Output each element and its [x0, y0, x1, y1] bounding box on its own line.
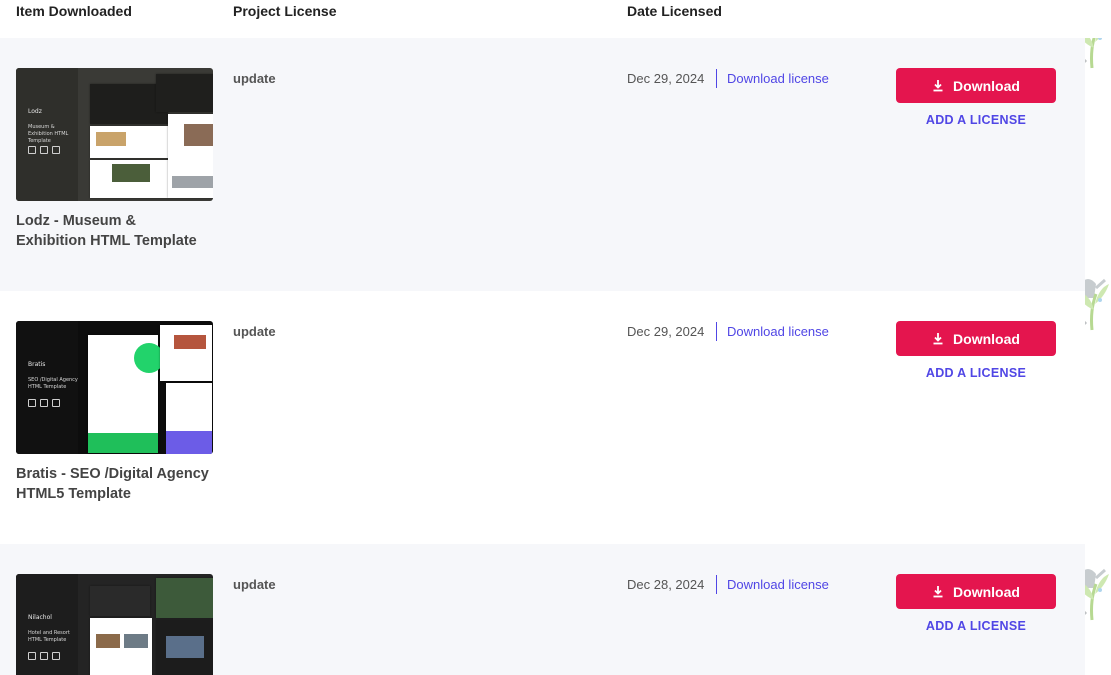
divider: [716, 575, 717, 594]
thumbnail-chip: [40, 399, 48, 407]
thumbnail-tagline: SEO /Digital Agency HTML Template: [28, 377, 78, 390]
date-licensed-value: Dec 28, 2024: [627, 577, 705, 592]
license-list-page: Item Downloaded Project License Date Lic…: [0, 0, 1111, 675]
thumbnail-image-block: [112, 164, 150, 182]
item-thumbnail[interactable]: Bratis SEO /Digital Agency HTML Template: [16, 321, 213, 454]
download-button-label: Download: [953, 583, 1020, 600]
thumbnail-image-block: [166, 431, 212, 454]
download-button[interactable]: Download: [896, 321, 1056, 356]
thumbnail-chip: [28, 399, 36, 407]
item-title[interactable]: Bratis - SEO /Digital Agency HTML5 Templ…: [16, 464, 216, 504]
divider: [716, 69, 717, 88]
thumbnail-image-block: [88, 433, 158, 453]
item-thumbnail[interactable]: Nilachol Hotel and Resort HTML Template: [16, 574, 213, 675]
column-header-project-license: Project License: [233, 3, 337, 19]
download-icon: [933, 333, 943, 345]
thumbnail-image-block: [184, 124, 213, 146]
table-row: Nilachol Hotel and Resort HTML Template …: [0, 544, 1085, 675]
date-licensed-value: Dec 29, 2024: [627, 71, 705, 86]
column-header-item: Item Downloaded: [16, 3, 132, 19]
thumbnail-image-block: [172, 176, 213, 188]
thumbnail-chip: [52, 652, 60, 660]
project-license-value: update: [233, 71, 276, 86]
thumbnail-chip: [52, 399, 60, 407]
download-button-label: Download: [953, 330, 1020, 347]
download-license-link[interactable]: Download license: [727, 577, 829, 592]
thumbnail-brand: Bratis: [28, 361, 46, 368]
download-button[interactable]: Download: [896, 68, 1056, 103]
thumbnail-preview-panel: [90, 586, 150, 616]
table-row: Lodz Museum & Exhibition HTML Template L…: [0, 38, 1085, 291]
thumbnail-brand: Lodz: [28, 108, 42, 115]
thumbnail-tagline: Museum & Exhibition HTML Template: [28, 124, 69, 144]
column-header-date-licensed: Date Licensed: [627, 3, 722, 19]
thumbnail-image-block: [96, 634, 120, 648]
thumbnail-image-block: [174, 335, 206, 349]
thumbnail-preview-panel: [156, 578, 213, 618]
thumbnail-preview-panel: [160, 325, 212, 381]
add-license-link[interactable]: ADD A LICENSE: [896, 366, 1056, 380]
thumbnail-preview-panel: [156, 74, 213, 112]
item-title[interactable]: Lodz - Museum & Exhibition HTML Template: [16, 211, 216, 251]
item-title-line: Lodz - Museum &: [16, 213, 137, 229]
project-license-value: update: [233, 324, 276, 339]
download-icon: [933, 586, 943, 598]
thumbnail-chip: [40, 652, 48, 660]
thumbnail-chip: [40, 146, 48, 154]
thumbnail-image-block: [124, 634, 148, 648]
item-title-line: Bratis - SEO /Digital Agency: [16, 466, 209, 482]
add-license-link[interactable]: ADD A LICENSE: [896, 619, 1056, 633]
thumbnail-chip: [28, 146, 36, 154]
item-title-line: Exhibition HTML Template: [16, 233, 197, 249]
download-button[interactable]: Download: [896, 574, 1056, 609]
thumbnail-brand: Nilachol: [28, 614, 52, 621]
divider: [716, 322, 717, 341]
thumbnail-chip: [52, 146, 60, 154]
download-icon: [933, 80, 943, 92]
thumbnail-tagline: Hotel and Resort HTML Template: [28, 630, 70, 643]
download-button-label: Download: [953, 77, 1020, 94]
download-license-link[interactable]: Download license: [727, 324, 829, 339]
thumbnail-image-block: [96, 132, 126, 146]
date-licensed-value: Dec 29, 2024: [627, 324, 705, 339]
add-license-link[interactable]: ADD A LICENSE: [896, 113, 1056, 127]
table-header: Item Downloaded Project License Date Lic…: [0, 0, 1111, 38]
download-license-link[interactable]: Download license: [727, 71, 829, 86]
item-title-line: HTML5 Template: [16, 486, 131, 502]
project-license-value: update: [233, 577, 276, 592]
item-thumbnail[interactable]: Lodz Museum & Exhibition HTML Template: [16, 68, 213, 201]
thumbnail-chip: [28, 652, 36, 660]
thumbnail-image-block: [166, 636, 204, 658]
thumbnail-preview-panel: [166, 383, 212, 433]
table-row: Bratis SEO /Digital Agency HTML Template…: [0, 291, 1085, 544]
